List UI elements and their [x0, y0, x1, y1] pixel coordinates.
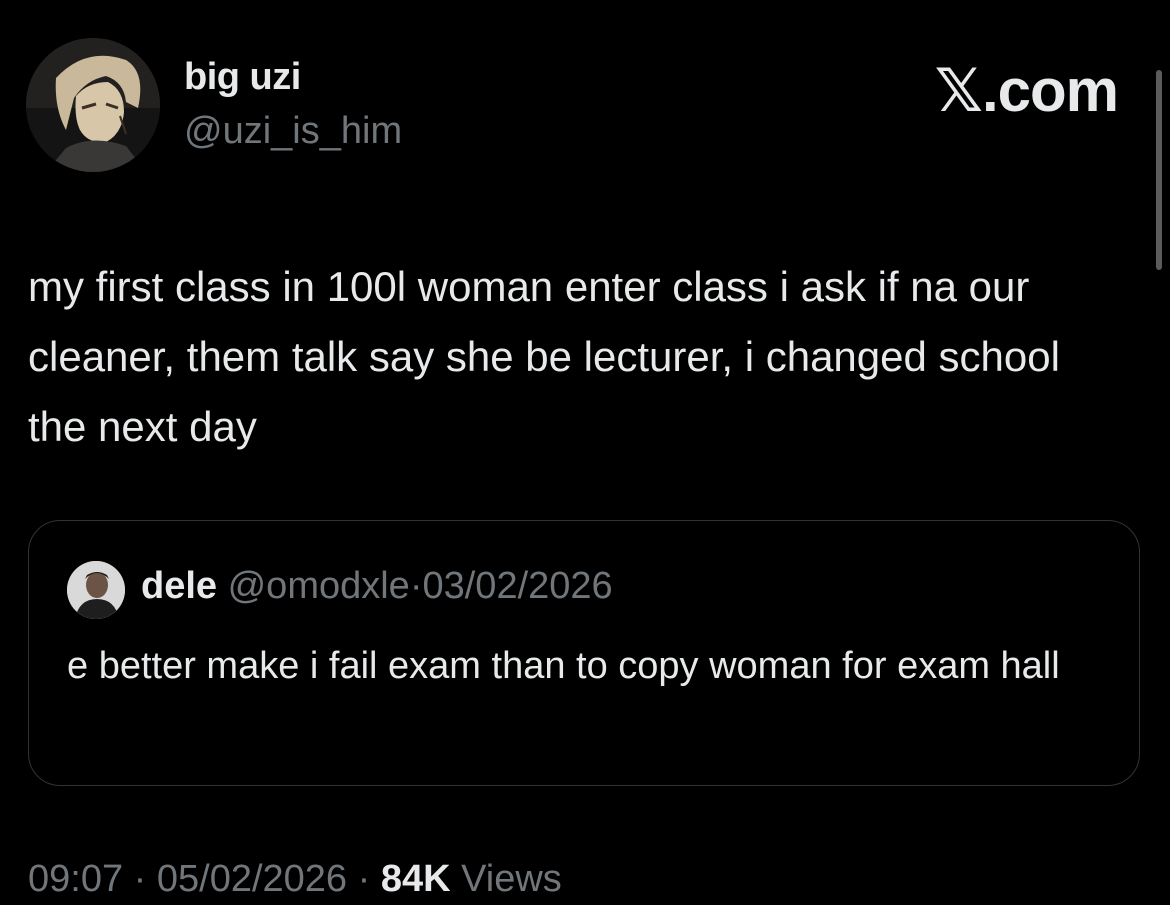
quoted-tweet-card[interactable]: dele @omodxle·03/02/2026 e better make i… — [28, 520, 1140, 786]
tweet-card: big uzi @uzi_is_him 𝕏.com my first class… — [0, 0, 1170, 905]
quote-separator: · — [409, 565, 423, 607]
tweet-meta: 09:07 · 05/02/2026 · 84K Views — [28, 858, 562, 901]
views-count[interactable]: 84K — [381, 858, 451, 900]
meta-separator: · — [133, 858, 147, 900]
tweet-text: my first class in 100l woman enter class… — [28, 263, 1060, 450]
quote-handle[interactable]: @omodxle — [228, 565, 410, 607]
meta-separator: · — [357, 858, 371, 900]
quote-text: e better make i fail exam than to copy w… — [67, 645, 1060, 687]
author-handle[interactable]: @uzi_is_him — [184, 110, 402, 153]
scrollbar[interactable] — [1156, 70, 1162, 270]
author-avatar[interactable] — [26, 38, 160, 172]
author-display-name[interactable]: big uzi — [184, 56, 301, 99]
x-logo-watermark: 𝕏.com — [934, 57, 1119, 124]
tweet-date[interactable]: 05/02/2026 — [157, 858, 347, 900]
quote-display-name[interactable]: dele — [141, 565, 217, 607]
views-label: Views — [461, 858, 562, 900]
quote-date[interactable]: 03/02/2026 — [422, 565, 612, 607]
quote-author-avatar[interactable] — [67, 561, 125, 619]
tweet-time[interactable]: 09:07 — [28, 858, 123, 900]
quote-header: dele @omodxle·03/02/2026 — [141, 565, 613, 608]
